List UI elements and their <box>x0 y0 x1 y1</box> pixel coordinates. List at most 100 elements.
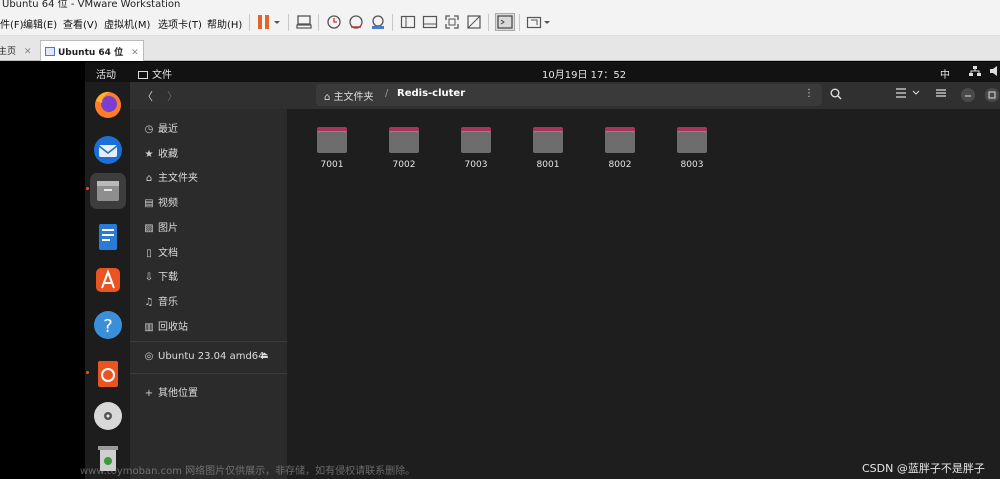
folder-icon <box>138 71 148 79</box>
path-home-crumb[interactable]: ⌂ 主文件夹 <box>324 88 374 103</box>
folder-label: 7002 <box>392 160 416 170</box>
thunderbird-icon[interactable] <box>90 132 126 168</box>
clock-icon: ◷ <box>144 124 154 135</box>
sidebar-item-label: 主文件夹 <box>158 173 198 184</box>
gnome-top-bar: 活动 文件 10月19日 17：52 中 <box>85 62 1000 82</box>
places-sidebar: ◷ 最近 ★ 收藏 ⌂ 主文件夹 ▤ 视频 ▨ 图片 ▯ 文档 ⇩ 下载 ♫ 音乐 ▥ 回收站 ◎… <box>130 109 287 479</box>
ubuntu-software-icon[interactable] <box>90 355 126 391</box>
pause-icon[interactable] <box>256 14 272 30</box>
snapshot-manager-icon[interactable] <box>370 14 386 30</box>
path-current-crumb[interactable]: Redis-cluter <box>397 88 465 99</box>
folder-label: 7003 <box>464 160 488 170</box>
sidebar-item-device[interactable]: ◎ Ubuntu 23.04 amd64 ⏏ <box>142 351 269 362</box>
vmware-title-bar: Ubuntu 64 位 - VMware Workstation <box>0 0 1000 9</box>
input-method-indicator[interactable]: 中 <box>940 66 950 81</box>
revert-snapshot-icon[interactable] <box>348 14 364 30</box>
path-bar[interactable]: ⌂ 主文件夹 / Redis-cluter ⋮ <box>316 84 822 106</box>
sidebar-item-documents[interactable]: ▯ 文档 <box>142 244 178 259</box>
vmware-tab-bar: 主页 ✕ Ubuntu 64 位 ✕ <box>0 36 1000 61</box>
path-menu-icon[interactable]: ⋮ <box>804 88 814 99</box>
menu-icon[interactable] <box>936 88 946 101</box>
thumbnail-bar-icon[interactable] <box>422 14 438 30</box>
sidebar-item-label: 下载 <box>158 272 178 283</box>
folder-item[interactable]: 7003 <box>456 127 496 170</box>
folder-item[interactable]: 8002 <box>600 127 640 170</box>
unity-mode-icon[interactable] <box>466 14 482 30</box>
folder-item[interactable]: 8001 <box>528 127 568 170</box>
send-keys-icon[interactable] <box>296 14 312 30</box>
sidebar-item-starred[interactable]: ★ 收藏 <box>142 145 178 160</box>
menu-edit[interactable]: 编辑(E) <box>23 16 57 31</box>
file-view: 7001 7002 7003 8001 8002 8003 <box>287 109 1000 479</box>
forward-button[interactable]: 〉 <box>167 88 178 104</box>
tab-ubuntu[interactable]: Ubuntu 64 位 ✕ <box>40 40 144 61</box>
menu-view[interactable]: 查看(V) <box>63 16 98 31</box>
document-icon: ▯ <box>146 248 152 259</box>
minimize-button[interactable] <box>960 87 976 106</box>
sidebar-item-pictures[interactable]: ▨ 图片 <box>142 219 178 234</box>
menu-vm[interactable]: 虚拟机(M) <box>104 16 150 31</box>
toolbar-separator <box>318 14 319 31</box>
menu-help[interactable]: 帮助(H) <box>207 16 242 31</box>
path-separator: / <box>385 88 389 99</box>
menu-file[interactable]: 件(F) <box>0 16 24 31</box>
search-icon[interactable] <box>830 88 842 103</box>
sidebar-item-label: 回收站 <box>158 322 188 333</box>
network-icon[interactable] <box>969 66 981 79</box>
snapshot-icon[interactable] <box>326 14 342 30</box>
app-menu[interactable]: 文件 <box>138 66 172 81</box>
sidebar-item-recent[interactable]: ◷ 最近 <box>142 120 178 135</box>
volume-icon[interactable] <box>990 66 1000 79</box>
close-icon[interactable]: ✕ <box>24 47 32 57</box>
files-icon[interactable] <box>90 173 126 209</box>
sidebar-divider <box>130 373 287 374</box>
sidebar-item-home[interactable]: ⌂ 主文件夹 <box>142 169 198 184</box>
firefox-icon[interactable] <box>90 87 126 123</box>
eject-icon[interactable]: ⏏ <box>260 351 269 361</box>
folder-item[interactable]: 7001 <box>312 127 352 170</box>
sidebar-item-label: 最近 <box>158 124 178 135</box>
toolbar-separator <box>488 14 489 31</box>
back-button[interactable]: 〈 <box>142 88 153 104</box>
activities-button[interactable]: 活动 <box>96 66 116 81</box>
close-icon[interactable]: ✕ <box>131 48 139 58</box>
stretch-dropdown-icon[interactable] <box>543 14 551 30</box>
star-icon: ★ <box>144 149 154 160</box>
maximize-button[interactable] <box>984 87 1000 106</box>
trash-icon: ▥ <box>144 322 154 333</box>
stretch-guest-icon[interactable] <box>526 14 542 30</box>
help-icon[interactable]: ? <box>90 307 126 343</box>
sidebar-item-music[interactable]: ♫ 音乐 <box>142 293 178 308</box>
sidebar-item-videos[interactable]: ▤ 视频 <box>142 194 178 209</box>
dvd-icon[interactable] <box>90 398 126 434</box>
folder-icon <box>677 127 707 153</box>
tab-home[interactable]: 主页 ✕ <box>0 40 36 61</box>
vm-icon <box>45 47 55 56</box>
image-icon: ▨ <box>144 223 154 234</box>
sidebar-item-label: 其他位置 <box>158 388 198 399</box>
svg-text:?: ? <box>103 316 113 337</box>
menu-tabs[interactable]: 选项卡(T) <box>158 16 202 31</box>
libreoffice-writer-icon[interactable] <box>90 219 126 255</box>
full-screen-icon[interactable] <box>444 14 460 30</box>
sidebar-item-label: 收藏 <box>158 149 178 160</box>
clock[interactable]: 10月19日 17：52 <box>542 66 626 81</box>
pause-dropdown-icon[interactable] <box>273 14 281 30</box>
app-center-icon[interactable] <box>90 262 126 298</box>
view-options-dropdown-icon[interactable] <box>912 88 920 101</box>
tab-ubuntu-label: Ubuntu 64 位 <box>58 48 124 58</box>
show-library-icon[interactable] <box>400 14 416 30</box>
path-home-label: 主文件夹 <box>333 92 374 103</box>
sidebar-item-trash[interactable]: ▥ 回收站 <box>142 318 188 333</box>
vmware-menubar: 件(F) 编辑(E) 查看(V) 虚拟机(M) 选项卡(T) 帮助(H) <box>0 9 1000 36</box>
folder-item[interactable]: 8003 <box>672 127 712 170</box>
folder-label: 7001 <box>320 160 344 170</box>
sidebar-divider <box>130 341 287 342</box>
console-view-icon[interactable] <box>495 13 515 31</box>
sidebar-item-label: 图片 <box>158 223 178 234</box>
ubuntu-dock: ? <box>85 82 130 479</box>
folder-item[interactable]: 7002 <box>384 127 424 170</box>
sidebar-item-downloads[interactable]: ⇩ 下载 <box>142 268 178 283</box>
sidebar-item-other-locations[interactable]: + 其他位置 <box>142 384 198 399</box>
view-list-icon[interactable] <box>896 88 906 101</box>
